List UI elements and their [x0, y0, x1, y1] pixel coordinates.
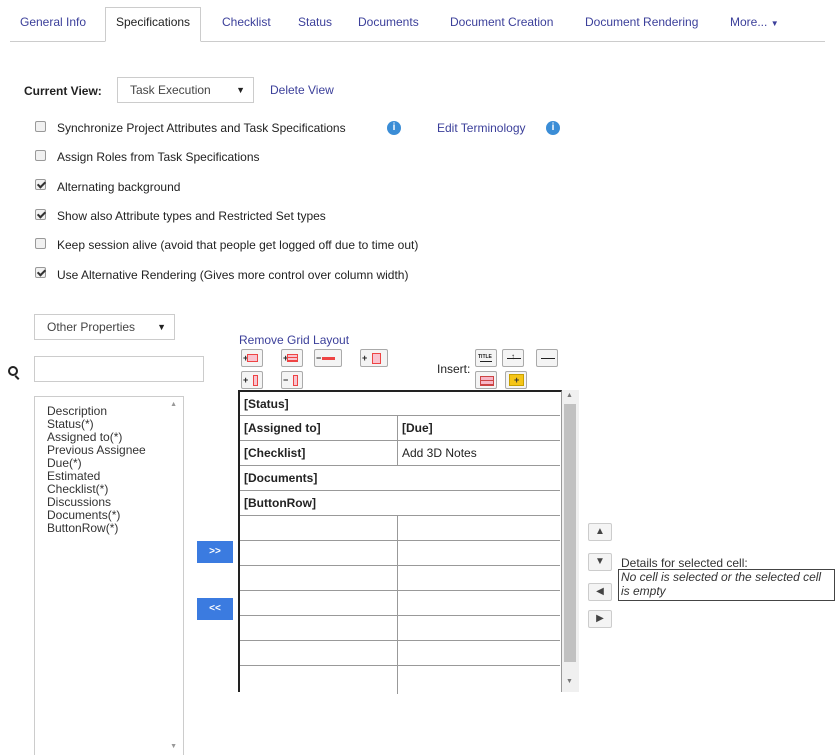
table-row[interactable]: [Status]: [240, 392, 560, 416]
grid-cell-documents[interactable]: [Documents]: [240, 466, 317, 490]
add-column-icon[interactable]: +: [360, 349, 388, 367]
grid-scrollbar[interactable]: ▲ ▼: [562, 390, 579, 692]
edit-terminology-link[interactable]: Edit Terminology: [437, 121, 526, 135]
list-item[interactable]: Checklist(*): [47, 482, 108, 496]
insert-separator-icon[interactable]: ↕: [502, 349, 524, 367]
list-item[interactable]: ButtonRow(*): [47, 521, 118, 535]
scrollbar-thumb[interactable]: [564, 404, 576, 662]
table-row[interactable]: [ButtonRow]: [240, 491, 560, 516]
tab-document-creation[interactable]: Document Creation: [440, 8, 563, 42]
view-select-value: Task Execution: [130, 83, 211, 97]
delete-column-icon[interactable]: −: [281, 371, 303, 389]
table-row[interactable]: [240, 566, 560, 591]
list-item[interactable]: Description: [47, 404, 107, 418]
insert-label: Insert:: [437, 362, 471, 376]
tab-status[interactable]: Status: [288, 8, 342, 42]
sync-attributes-label: Synchronize Project Attributes and Task …: [57, 121, 346, 135]
add-row-above-icon[interactable]: +: [241, 349, 263, 367]
grid-cell-status[interactable]: [Status]: [240, 392, 289, 415]
tab-more-label: More...: [730, 15, 768, 29]
tab-documents[interactable]: Documents: [348, 8, 429, 42]
details-label: Details for selected cell:: [621, 556, 748, 570]
properties-select[interactable]: Other Properties ▼: [34, 314, 175, 340]
scroll-down-icon[interactable]: ▼: [566, 678, 573, 685]
move-right-cell-button[interactable]: ▶: [588, 610, 612, 628]
insert-special-icon[interactable]: +: [505, 371, 527, 389]
show-attribute-types-checkbox[interactable]: [35, 209, 46, 220]
chevron-down-icon: ▼: [157, 322, 166, 332]
tab-specifications[interactable]: Specifications: [105, 7, 202, 42]
tab-more[interactable]: More... ▼: [720, 8, 789, 42]
table-row[interactable]: [240, 516, 560, 541]
show-attribute-types-label: Show also Attribute types and Restricted…: [57, 209, 326, 223]
chevron-down-icon: ▼: [236, 85, 245, 95]
view-select[interactable]: Task Execution ▼: [117, 77, 254, 103]
info-icon[interactable]: i: [546, 121, 560, 135]
alternating-background-label: Alternating background: [57, 180, 181, 194]
tab-document-rendering[interactable]: Document Rendering: [575, 8, 708, 42]
sync-attributes-checkbox[interactable]: [35, 121, 46, 132]
alternative-rendering-label: Use Alternative Rendering (Gives more co…: [57, 268, 409, 282]
list-item[interactable]: Previous Assignee: [47, 443, 146, 457]
details-box: No cell is selected or the selected cell…: [618, 569, 835, 601]
tab-bar: General Info Specifications Checklist St…: [10, 7, 825, 42]
grid-cell-assigned-to[interactable]: [Assigned to]: [240, 416, 321, 440]
search-input[interactable]: [34, 356, 204, 382]
search-icon: [8, 366, 18, 376]
list-item[interactable]: Assigned to(*): [47, 430, 122, 444]
arrow-left-icon: ◀: [596, 586, 604, 597]
scroll-down-icon[interactable]: ▼: [170, 743, 177, 750]
current-view-label: Current View:: [24, 84, 102, 98]
move-left-cell-button[interactable]: ◀: [588, 583, 612, 601]
tab-checklist[interactable]: Checklist: [212, 8, 281, 42]
remove-grid-layout-link[interactable]: Remove Grid Layout: [239, 333, 349, 347]
move-down-button[interactable]: ▼: [588, 553, 612, 571]
scroll-up-icon[interactable]: ▲: [170, 401, 177, 408]
property-list[interactable]: Description Status(*) Assigned to(*) Pre…: [34, 396, 184, 755]
insert-line-icon[interactable]: [536, 349, 558, 367]
properties-select-value: Other Properties: [47, 320, 136, 334]
move-right-button[interactable]: >>: [197, 541, 233, 563]
alternating-background-checkbox[interactable]: [35, 179, 46, 190]
delete-view-link[interactable]: Delete View: [270, 83, 334, 97]
keep-session-alive-checkbox[interactable]: [35, 238, 46, 249]
scroll-up-icon[interactable]: ▲: [566, 392, 573, 399]
column-divider: [397, 516, 398, 694]
move-left-button[interactable]: <<: [197, 598, 233, 620]
assign-roles-label: Assign Roles from Task Specifications: [57, 150, 260, 164]
table-row[interactable]: [Checklist] Add 3D Notes: [240, 441, 560, 466]
keep-session-alive-label: Keep session alive (avoid that people ge…: [57, 238, 419, 252]
table-row[interactable]: [240, 616, 560, 641]
add-column-left-icon[interactable]: +: [241, 371, 263, 389]
delete-row-icon[interactable]: −: [314, 349, 342, 367]
table-row[interactable]: [240, 541, 560, 566]
list-item[interactable]: Estimated: [47, 469, 100, 483]
insert-title-icon[interactable]: TITLE: [475, 349, 497, 367]
arrow-down-icon: ▼: [595, 556, 605, 567]
table-row[interactable]: [Documents]: [240, 466, 560, 491]
layout-grid[interactable]: [Status] [Assigned to] [Due] [Checklist]…: [238, 390, 562, 694]
grid-cell-buttonrow[interactable]: [ButtonRow]: [240, 491, 316, 515]
table-row[interactable]: [240, 591, 560, 616]
assign-roles-checkbox[interactable]: [35, 150, 46, 161]
grid-cell-add-3d-notes[interactable]: Add 3D Notes: [398, 441, 477, 465]
table-row[interactable]: [Assigned to] [Due]: [240, 416, 560, 441]
arrow-up-icon: ▲: [595, 526, 605, 537]
move-up-button[interactable]: ▲: [588, 523, 612, 541]
insert-table-icon[interactable]: [475, 371, 497, 389]
add-row-below-icon[interactable]: +: [281, 349, 303, 367]
info-icon[interactable]: i: [387, 121, 401, 135]
table-row[interactable]: [240, 666, 560, 694]
list-item[interactable]: Documents(*): [47, 508, 120, 522]
tab-general-info[interactable]: General Info: [10, 8, 96, 42]
chevron-down-icon: ▼: [770, 19, 779, 28]
list-item[interactable]: Status(*): [47, 417, 94, 431]
list-item[interactable]: Due(*): [47, 456, 82, 470]
table-row[interactable]: [240, 641, 560, 666]
list-item[interactable]: Discussions: [47, 495, 111, 509]
arrow-right-icon: ▶: [596, 613, 604, 624]
alternative-rendering-checkbox[interactable]: [35, 267, 46, 278]
grid-cell-due[interactable]: [Due]: [398, 416, 433, 440]
grid-cell-checklist[interactable]: [Checklist]: [240, 441, 305, 465]
